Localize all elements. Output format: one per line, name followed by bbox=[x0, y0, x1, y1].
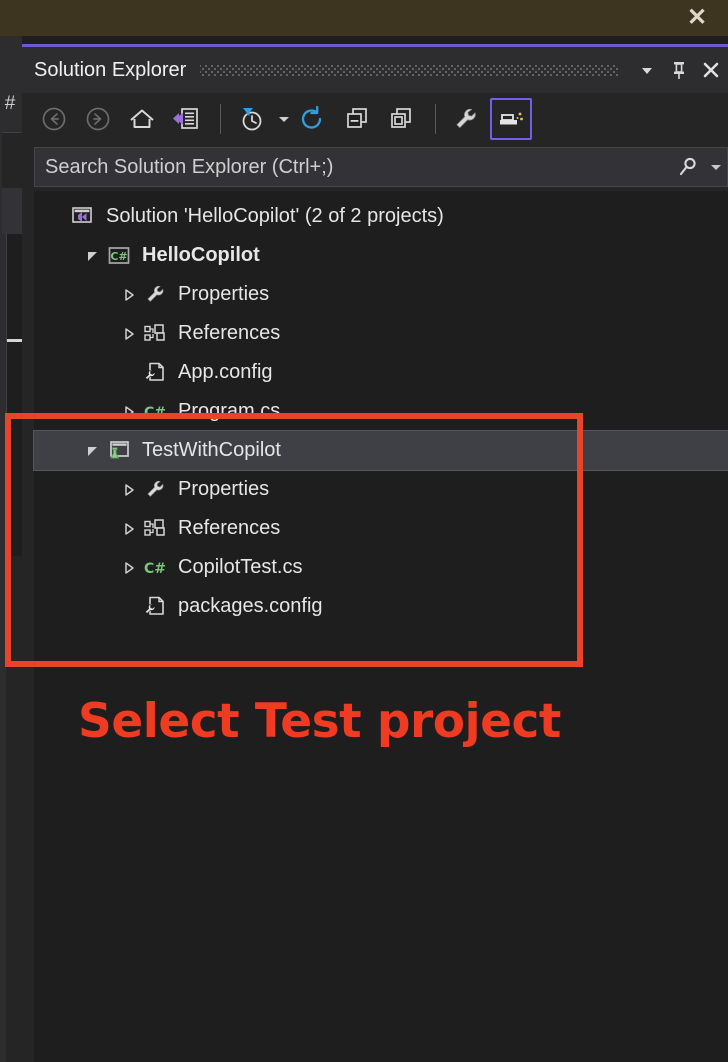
tree-row-label: Program.cs bbox=[178, 400, 281, 422]
expander-collapsed-icon[interactable] bbox=[118, 404, 140, 420]
tree-row-app-config[interactable]: App.config bbox=[34, 353, 728, 392]
gutter-editor-edge bbox=[6, 234, 23, 556]
tree-row-references[interactable]: References bbox=[34, 509, 728, 548]
tree-row-label: References bbox=[178, 322, 281, 344]
close-icon[interactable] bbox=[696, 53, 726, 87]
show-all-files-icon[interactable] bbox=[381, 99, 421, 139]
tree-row-label: References bbox=[178, 517, 281, 539]
left-gutter: # bbox=[0, 36, 23, 1062]
svg-text:C#: C# bbox=[110, 250, 127, 263]
expander-expanded-icon[interactable] bbox=[82, 248, 104, 264]
pin-icon[interactable] bbox=[664, 53, 694, 87]
gutter-partial-glyph: # bbox=[4, 93, 16, 114]
expander-collapsed-icon[interactable] bbox=[118, 326, 140, 342]
gutter-lower-panel bbox=[6, 556, 22, 1062]
search-placeholder: Search Solution Explorer (Ctrl+;) bbox=[45, 155, 334, 178]
annotation-text: Select Test project bbox=[78, 694, 561, 749]
vs-document-icon[interactable] bbox=[166, 99, 206, 139]
toolbar-separator-1 bbox=[220, 104, 221, 134]
tree-row-testwithcopilot[interactable]: TestWithCopilot bbox=[33, 430, 728, 471]
config-file-icon bbox=[140, 595, 170, 619]
solution-explorer-window: Solution Explorer Search Solution Explor… bbox=[22, 44, 728, 1062]
chevron-down-icon[interactable] bbox=[275, 99, 293, 139]
tree-row-properties[interactable]: Properties bbox=[34, 470, 728, 509]
tree-row-program-cs[interactable]: C# Program.cs bbox=[34, 392, 728, 431]
csharp-file-icon: C# bbox=[140, 556, 170, 580]
test-project-icon bbox=[104, 439, 134, 463]
tool-window-title-bar[interactable]: Solution Explorer bbox=[22, 47, 728, 93]
expander-collapsed-icon[interactable] bbox=[118, 560, 140, 576]
tree-row-label: CopilotTest.cs bbox=[178, 556, 303, 578]
tree-row-label: Solution 'HelloCopilot' (2 of 2 projects… bbox=[106, 205, 444, 227]
refresh-icon[interactable] bbox=[293, 99, 333, 139]
svg-text:C#: C# bbox=[144, 561, 166, 577]
solution-tree: Solution 'HelloCopilot' (2 of 2 projects… bbox=[33, 191, 728, 1062]
expander-expanded-icon[interactable] bbox=[82, 443, 104, 459]
toolbar-separator-2 bbox=[435, 104, 436, 134]
top-bar: ✕ bbox=[0, 0, 728, 36]
expander-collapsed-icon[interactable] bbox=[118, 482, 140, 498]
tree-row-label: Properties bbox=[178, 283, 270, 305]
home-icon[interactable] bbox=[122, 99, 162, 139]
csharp-project-icon: C# bbox=[104, 244, 134, 268]
preview-pane-icon[interactable] bbox=[490, 98, 532, 140]
expander-collapsed-icon[interactable] bbox=[118, 521, 140, 537]
clock-filter-icon[interactable] bbox=[231, 99, 271, 139]
references-icon bbox=[140, 517, 170, 541]
dropdown-menu-icon[interactable] bbox=[632, 53, 662, 87]
tree-row-label: TestWithCopilot bbox=[142, 439, 281, 461]
search-input[interactable]: Search Solution Explorer (Ctrl+;) bbox=[34, 147, 728, 187]
window-close-icon[interactable]: ✕ bbox=[680, 2, 714, 34]
tool-window-title: Solution Explorer bbox=[34, 58, 187, 81]
tree-row-label: packages.config bbox=[178, 595, 323, 617]
forward-button[interactable] bbox=[78, 99, 118, 139]
tree-row-label: App.config bbox=[178, 361, 273, 383]
gutter-editor-marker bbox=[7, 339, 23, 342]
svg-text:C#: C# bbox=[144, 405, 166, 421]
title-bar-grip bbox=[200, 64, 618, 76]
tree-row-label: HelloCopilot bbox=[142, 244, 260, 266]
tree-row-label: Properties bbox=[178, 478, 270, 500]
gutter-tool-tab-lower[interactable] bbox=[2, 188, 22, 234]
tree-row-references[interactable]: References bbox=[34, 314, 728, 353]
config-file-icon bbox=[140, 361, 170, 385]
tree-row-properties[interactable]: Properties bbox=[34, 275, 728, 314]
search-icon[interactable] bbox=[671, 156, 705, 178]
tree-row-copilottest-cs[interactable]: C# CopilotTest.cs bbox=[34, 548, 728, 587]
search-dropdown-icon[interactable] bbox=[705, 161, 727, 173]
gutter-tool-tab-upper[interactable] bbox=[2, 132, 22, 188]
wrench-icon bbox=[140, 283, 170, 307]
screenshot-root: ✕ # Solution Explorer Search Solution Ex… bbox=[0, 0, 728, 1062]
csharp-file-icon: C# bbox=[140, 400, 170, 424]
solution-icon bbox=[68, 205, 98, 229]
wrench-icon bbox=[140, 478, 170, 502]
references-icon bbox=[140, 322, 170, 346]
tree-row-hellocopilot[interactable]: C# HelloCopilot bbox=[34, 236, 728, 275]
tree-row-packages-config[interactable]: packages.config bbox=[34, 587, 728, 626]
back-button[interactable] bbox=[34, 99, 74, 139]
expander-collapsed-icon[interactable] bbox=[118, 287, 140, 303]
solution-explorer-toolbar bbox=[22, 93, 728, 145]
wrench-icon[interactable] bbox=[446, 99, 486, 139]
tree-row-solution-hellocopilot-2-of-2-projects[interactable]: Solution 'HelloCopilot' (2 of 2 projects… bbox=[34, 197, 728, 236]
collapse-all-icon[interactable] bbox=[337, 99, 377, 139]
